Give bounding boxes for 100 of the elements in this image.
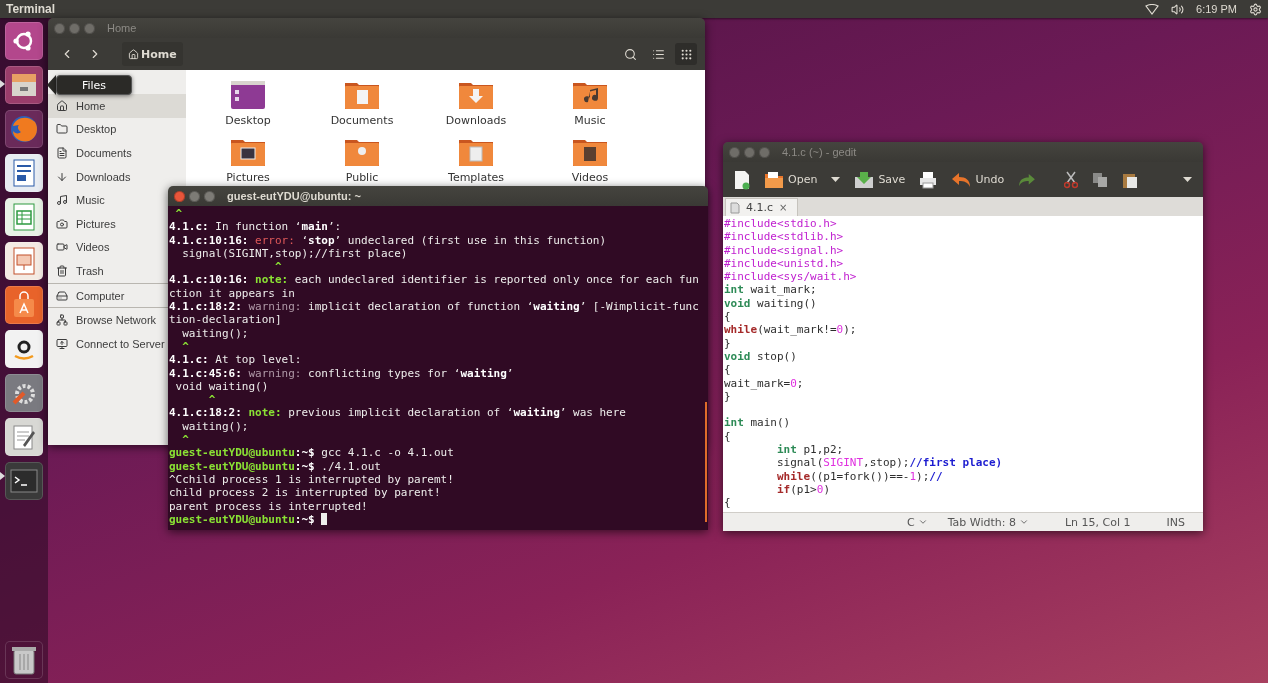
code-line: { — [724, 496, 732, 510]
path-button[interactable]: Home — [122, 42, 183, 66]
folder-label[interactable]: Pictures — [226, 171, 270, 184]
text-document-icon[interactable] — [5, 154, 43, 192]
settings-icon[interactable] — [1249, 2, 1262, 16]
wifi-icon[interactable] — [1145, 3, 1160, 15]
terminal-icon[interactable] — [5, 462, 43, 500]
maximize-button[interactable] — [204, 190, 215, 202]
running-indicator-icon — [0, 80, 5, 88]
list-icon — [651, 47, 665, 61]
grid-view-button[interactable] — [675, 43, 697, 65]
code-line: { — [724, 363, 732, 377]
sidebar-item[interactable]: Trash — [48, 259, 167, 283]
folder-icon — [572, 137, 608, 167]
search-icon — [623, 47, 637, 61]
terminal-line: ^ — [181, 339, 189, 354]
running-indicator-icon — [0, 472, 5, 480]
language-selector[interactable]: C — [907, 515, 928, 529]
terminal-line: ^ — [181, 433, 189, 447]
close-tab-button[interactable]: × — [779, 202, 788, 213]
file-cabinet-icon[interactable] — [5, 66, 43, 104]
monitor-icon — [56, 337, 68, 350]
sidebar-item[interactable]: Home — [48, 94, 186, 118]
cursor-position: Ln 15, Col 1 — [1064, 515, 1131, 529]
code-line: while((p1=fork())==-1);// — [776, 469, 944, 483]
code-line: #include<signal.h> — [724, 243, 845, 257]
close-button[interactable] — [174, 190, 185, 202]
terminal-line: void waiting() — [174, 379, 269, 394]
terminal-line: 4.1.c:18:2: note: previous implicit declaration of ‘waiting’ was here — [169, 406, 626, 420]
folder-label[interactable]: Videos — [571, 171, 609, 184]
folder-label[interactable]: Desktop — [225, 114, 271, 127]
open-button[interactable]: Open — [761, 168, 821, 191]
presentation-icon[interactable] — [5, 242, 43, 280]
window-title: 4.1.c (~) - gedit — [782, 146, 857, 158]
notepad-icon[interactable] — [5, 418, 43, 456]
minimize-button[interactable] — [189, 190, 200, 202]
terminal-line: ^Cchild process 1 is interrupted by paremt! — [169, 472, 454, 487]
sidebar-item[interactable]: Videos — [48, 235, 167, 260]
folder-label[interactable]: Documents — [330, 114, 394, 127]
terminal-line: ^ — [273, 260, 282, 274]
terminal-line: parent process is interrupted! — [169, 499, 368, 513]
clock[interactable]: 6:19 PM — [1196, 3, 1237, 15]
sidebar-item[interactable]: Computer — [48, 283, 167, 308]
sidebar-item[interactable]: Browse Network — [48, 308, 167, 332]
code-line: void waiting() — [724, 296, 818, 311]
undo-button[interactable]: Undo — [948, 169, 1008, 190]
browser-icon[interactable] — [5, 110, 43, 148]
code-line: #include<stdio.h> — [724, 217, 838, 231]
save-button[interactable]: Save — [851, 168, 909, 191]
terminal-line: 4.1.c:45:6: warning: conflicting types for ‘waiting’ — [169, 366, 514, 380]
menu-button[interactable] — [1180, 175, 1195, 184]
code-line: } — [724, 336, 732, 350]
folder-icon — [572, 80, 608, 110]
music-note-icon — [56, 194, 68, 207]
undo-icon — [951, 171, 972, 188]
sidebar-item[interactable]: Connect to Server — [48, 331, 167, 356]
terminal-line: 4.1.c:10:16: note: each undeclared identifier is reported only once for each fun — [169, 273, 699, 287]
code-line: #include<sys/wait.h> — [724, 270, 858, 284]
tab-width-selector[interactable]: Tab Width: 8 — [947, 515, 1029, 529]
terminal-line: guest-eutYDU@ubuntu:~$ — [169, 512, 315, 527]
ubuntu-logo-icon[interactable] — [5, 22, 43, 60]
folder-label[interactable]: Music — [574, 114, 606, 127]
sidebar-item[interactable]: Downloads — [48, 164, 167, 189]
terminal-line: waiting(); — [181, 326, 249, 340]
download-tray-icon — [854, 170, 875, 189]
camera-icon — [56, 217, 68, 230]
folder-label[interactable]: Downloads — [445, 114, 507, 127]
volume-icon[interactable] — [1171, 2, 1185, 16]
window-title: Home — [107, 22, 137, 34]
code-line: signal(SIGINT,stop);//first place) — [776, 456, 1004, 470]
document-tab[interactable]: 4.1.c × — [725, 198, 799, 216]
insert-mode: INS — [1166, 515, 1185, 529]
folder-icon — [230, 137, 266, 167]
folder-icon — [344, 137, 380, 167]
desktop-icon — [230, 80, 266, 110]
file-icon — [730, 201, 740, 214]
folder-label[interactable]: Public — [345, 171, 379, 184]
sidebar-item[interactable]: Music — [48, 188, 167, 212]
terminal-line: guest-eutYDU@ubuntu:~$ gcc 4.1.c -o 4.1.out — [169, 446, 454, 460]
code-line: #include<stdlib.h> — [724, 230, 845, 244]
video-camera-icon — [56, 241, 68, 254]
tooltip: Files — [56, 75, 132, 95]
network-icon — [56, 314, 68, 327]
terminal-line: guest-eutYDU@ubuntu:~$ ./4.1.out — [169, 459, 381, 473]
terminal-line: 4.1.c: At top level: — [169, 353, 302, 367]
code-editor[interactable] — [723, 216, 1203, 512]
app-title: Terminal — [6, 2, 56, 16]
sidebar-item[interactable]: Pictures — [48, 211, 167, 236]
spreadsheet-icon[interactable] — [5, 198, 43, 236]
shopping-bag-icon[interactable] — [5, 286, 43, 324]
folder-label[interactable]: Templates — [448, 171, 504, 184]
tab-label: 4.1.c — [746, 201, 774, 214]
sidebar-item[interactable]: Desktop — [48, 117, 167, 142]
terminal-line: ^ — [207, 393, 216, 407]
home-icon — [128, 48, 139, 60]
folder-icon — [56, 123, 68, 136]
sidebar-item[interactable]: Documents — [48, 141, 167, 165]
terminal-line: tion-declaration] — [169, 313, 282, 327]
folder-icon — [458, 80, 494, 110]
code-line: } — [724, 389, 731, 404]
